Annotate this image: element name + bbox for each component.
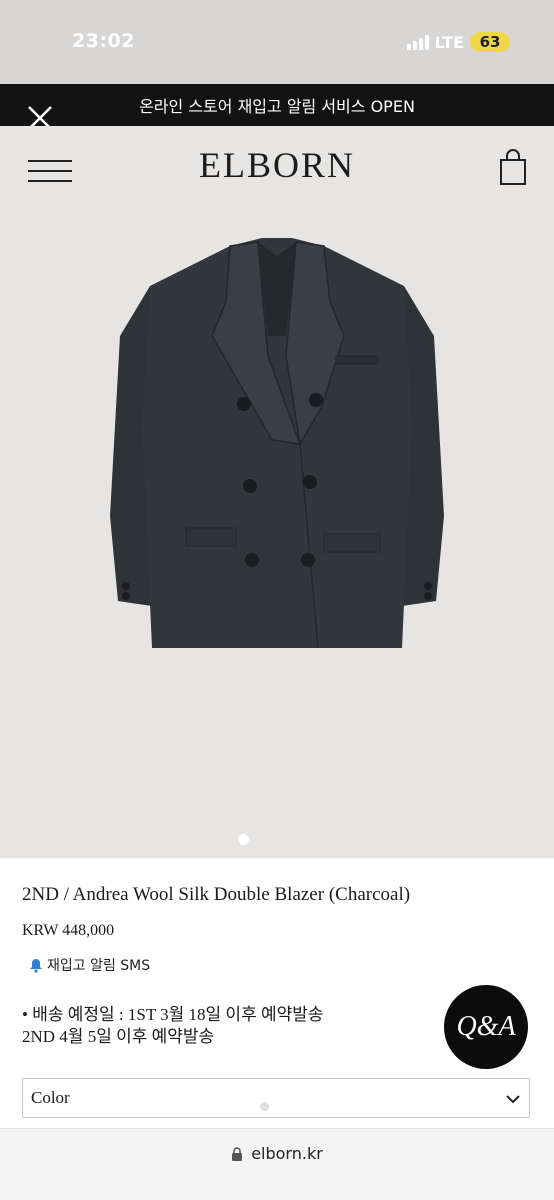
scroll-indicator-dot	[260, 1102, 269, 1111]
color-select[interactable]: Color	[22, 1078, 530, 1118]
chevron-down-icon	[506, 1095, 520, 1104]
url-text: elborn.kr	[251, 1144, 323, 1163]
status-indicators: LTE 63	[406, 30, 510, 54]
network-label: LTE	[434, 32, 464, 52]
promo-banner[interactable]: 온라인 스토어 재입고 알림 서비스 OPEN	[0, 84, 554, 126]
product-title: 2ND / Andrea Wool Silk Double Blazer (Ch…	[22, 884, 411, 905]
shopping-bag-icon[interactable]	[498, 148, 528, 188]
color-select-label: Color	[31, 1088, 70, 1107]
product-price: KRW 448,000	[22, 922, 115, 939]
blazer-image	[110, 238, 444, 649]
status-time: 23:02	[72, 30, 135, 52]
site-header: ELBORN	[0, 126, 554, 216]
qa-button[interactable]: Q&A	[444, 985, 528, 1069]
shipping-line-1: • 배송 예정일 : 1ST 3월 18일 이후 예약발송	[22, 1005, 324, 1024]
browser-url-bar[interactable]: elborn.kr	[0, 1128, 554, 1200]
lock-icon	[232, 1146, 243, 1161]
shipping-info: • 배송 예정일 : 1ST 3월 18일 이후 예약발송 2ND 4월 5일 …	[22, 1004, 324, 1048]
shipping-line-2: 2ND 4월 5일 이후 예약발송	[22, 1027, 215, 1046]
restock-sms-label: 재입고 알림 SMS	[47, 958, 151, 974]
product-image-carousel[interactable]	[0, 216, 554, 858]
brand-logo[interactable]: ELBORN	[0, 144, 554, 186]
promo-text: 온라인 스토어 재입고 알림 서비스 OPEN	[139, 97, 415, 116]
status-bar: 23:02 LTE 63	[0, 0, 554, 84]
carousel-dot-active[interactable]	[238, 834, 249, 845]
signal-icon	[406, 34, 429, 50]
battery-badge: 63	[470, 32, 510, 52]
bell-icon	[30, 959, 42, 973]
restock-sms-link[interactable]: 재입고 알림 SMS	[28, 955, 150, 975]
